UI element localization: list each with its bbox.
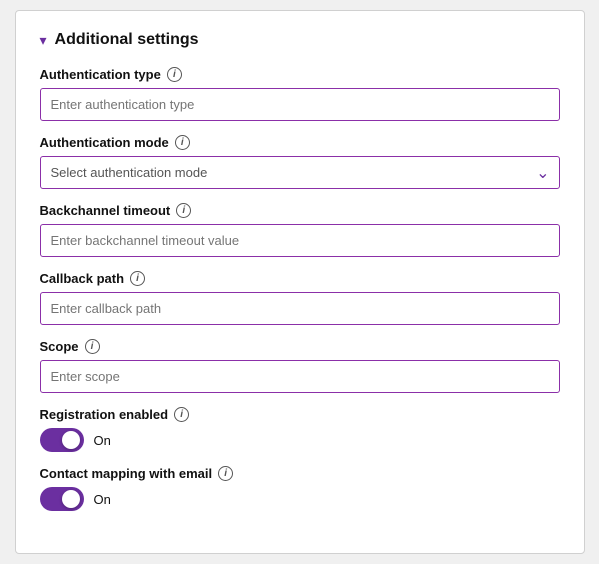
contact-mapping-field: Contact mapping with email i On (40, 466, 560, 511)
contact-mapping-label: Contact mapping with email i (40, 466, 560, 481)
registration-enabled-info-icon[interactable]: i (174, 407, 189, 422)
scope-label: Scope i (40, 339, 560, 354)
backchannel-timeout-label: Backchannel timeout i (40, 203, 560, 218)
auth-mode-field: Authentication mode i Select authenticat… (40, 135, 560, 189)
backchannel-timeout-info-icon[interactable]: i (176, 203, 191, 218)
auth-type-field: Authentication type i (40, 67, 560, 121)
contact-mapping-toggle[interactable] (40, 487, 84, 511)
backchannel-timeout-field: Backchannel timeout i (40, 203, 560, 257)
callback-path-input[interactable] (40, 292, 560, 325)
auth-mode-info-icon[interactable]: i (175, 135, 190, 150)
contact-mapping-info-icon[interactable]: i (218, 466, 233, 481)
registration-enabled-toggle[interactable] (40, 428, 84, 452)
section-title: Additional settings (55, 31, 199, 49)
auth-type-info-icon[interactable]: i (167, 67, 182, 82)
scope-info-icon[interactable]: i (85, 339, 100, 354)
contact-mapping-value: On (94, 492, 111, 507)
scope-field: Scope i (40, 339, 560, 393)
contact-mapping-toggle-row: On (40, 487, 560, 511)
backchannel-timeout-input[interactable] (40, 224, 560, 257)
registration-enabled-value: On (94, 433, 111, 448)
section-header: ▾ Additional settings (40, 31, 560, 49)
registration-enabled-label: Registration enabled i (40, 407, 560, 422)
registration-enabled-toggle-row: On (40, 428, 560, 452)
additional-settings-card: ▾ Additional settings Authentication typ… (15, 10, 585, 554)
auth-type-input[interactable] (40, 88, 560, 121)
callback-path-field: Callback path i (40, 271, 560, 325)
scope-input[interactable] (40, 360, 560, 393)
registration-enabled-slider (40, 428, 84, 452)
registration-enabled-field: Registration enabled i On (40, 407, 560, 452)
collapse-chevron-icon[interactable]: ▾ (40, 32, 47, 49)
callback-path-info-icon[interactable]: i (130, 271, 145, 286)
auth-type-label: Authentication type i (40, 67, 560, 82)
auth-mode-label: Authentication mode i (40, 135, 560, 150)
auth-mode-select[interactable]: Select authentication mode (40, 156, 560, 189)
callback-path-label: Callback path i (40, 271, 560, 286)
auth-mode-select-wrapper: Select authentication mode ⌄ (40, 156, 560, 189)
contact-mapping-slider (40, 487, 84, 511)
